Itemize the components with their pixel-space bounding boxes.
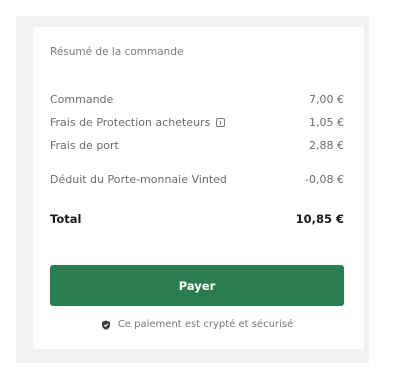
- total-label: Total: [50, 212, 82, 226]
- summary-title: Résumé de la commande: [50, 46, 184, 58]
- summary-row-total: Total 10,85 €: [50, 212, 344, 226]
- summary-row-value: -0,08 €: [305, 173, 344, 186]
- summary-row-label-wrap: Frais de Protection acheteurs: [50, 116, 226, 129]
- summary-row-wallet-deduction: Déduit du Porte-monnaie Vinted -0,08 €: [50, 173, 344, 186]
- summary-row-label: Commande: [50, 93, 114, 106]
- summary-row-label: Frais de Protection acheteurs: [50, 116, 211, 129]
- summary-row-value: 2,88 €: [309, 139, 344, 152]
- summary-row-value: 1,05 €: [309, 116, 344, 129]
- summary-row-label: Déduit du Porte-monnaie Vinted: [50, 173, 227, 186]
- shield-check-icon: [101, 320, 110, 330]
- summary-row-shipping: Frais de port 2,88 €: [50, 139, 344, 152]
- summary-row-order: Commande 7,00 €: [50, 93, 344, 106]
- summary-row-label: Frais de port: [50, 139, 119, 152]
- total-value: 10,85 €: [295, 212, 344, 226]
- info-icon[interactable]: [216, 118, 226, 127]
- summary-row-buyer-protection: Frais de Protection acheteurs 1,05 €: [50, 116, 344, 129]
- secure-payment-note: Ce paiement est crypté et sécurisé: [50, 319, 344, 330]
- summary-row-value: 7,00 €: [309, 93, 344, 106]
- pay-button[interactable]: Payer: [50, 265, 344, 306]
- secure-payment-text: Ce paiement est crypté et sécurisé: [117, 319, 294, 330]
- order-summary-card: Résumé de la commande Commande 7,00 € Fr…: [33, 27, 364, 349]
